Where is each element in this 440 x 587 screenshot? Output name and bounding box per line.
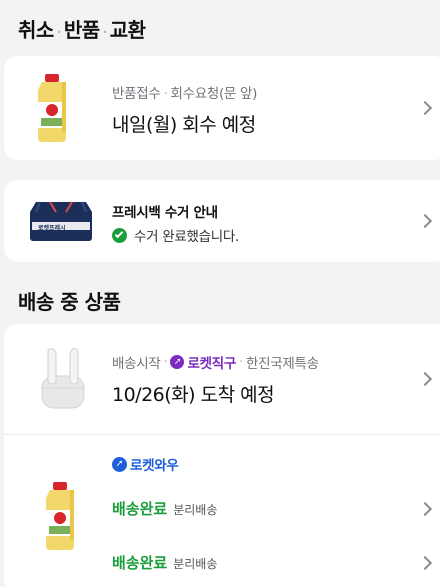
freshbag-status-line: 수거 완료했습니다. bbox=[112, 225, 239, 245]
title-return: 반품 bbox=[63, 18, 100, 42]
chevron-right-icon[interactable] bbox=[417, 501, 433, 517]
title-exchange: 교환 bbox=[109, 18, 146, 42]
shipping-status-line: 배송시작 · ➚ 로켓직구 · 한진국제특송 bbox=[112, 352, 319, 372]
freshbag-title: 프레시백 수거 안내 bbox=[112, 205, 218, 221]
rocket-wow-label: 로켓와우 bbox=[130, 458, 179, 474]
shipping-section-title: 배송 중 상품 bbox=[18, 290, 121, 314]
freshbag-image: 로켓프레시 bbox=[26, 200, 96, 242]
separator-dot: · bbox=[163, 354, 168, 370]
chevron-right-icon[interactable] bbox=[417, 100, 433, 116]
chevron-right-icon[interactable] bbox=[417, 371, 433, 387]
delivery-row[interactable]: 배송완료 분리배송 bbox=[4, 490, 440, 530]
carrier-name: 한진국제특송 bbox=[245, 356, 319, 372]
return-pickup-card[interactable]: 반품접수 · 회수요청(문 앞) 내일(월) 회수 예정 bbox=[4, 56, 440, 160]
delivery-complete-status: 배송완료 bbox=[112, 554, 168, 572]
delivery-status-line: 배송완료 분리배송 bbox=[112, 498, 217, 519]
rocket-wow-badge: ➚ 로켓와우 bbox=[112, 454, 179, 474]
return-detail: 회수요청(문 앞) bbox=[170, 86, 258, 102]
shipping-card: 배송시작 · ➚ 로켓직구 · 한진국제특송 10/26(화) 도착 예정 ➚ … bbox=[4, 324, 440, 587]
title-dot: · bbox=[102, 24, 108, 39]
title-dot: · bbox=[56, 24, 62, 39]
split-delivery-note: 분리배송 bbox=[173, 503, 218, 517]
cancel-return-exchange-title: 취소 · 반품 · 교환 bbox=[18, 14, 146, 43]
divider bbox=[4, 434, 440, 435]
delivery-status-line: 배송완료 분리배송 bbox=[112, 552, 217, 573]
separator-dot: · bbox=[238, 354, 243, 370]
rocket-direct-badge: ➚ 로켓직구 bbox=[170, 352, 236, 372]
delivery-eta: 10/26(화) 도착 예정 bbox=[112, 384, 275, 406]
pickup-date: 내일(월) 회수 예정 bbox=[112, 114, 256, 136]
freshbag-status: 수거 완료했습니다. bbox=[134, 229, 239, 245]
return-status-line: 반품접수 · 회수요청(문 앞) bbox=[112, 82, 257, 102]
separator-dot: · bbox=[163, 86, 168, 102]
chevron-right-icon[interactable] bbox=[417, 555, 433, 571]
chevron-right-icon[interactable] bbox=[417, 213, 433, 229]
shipping-item-row[interactable]: 배송시작 · ➚ 로켓직구 · 한진국제특송 10/26(화) 도착 예정 bbox=[4, 324, 440, 434]
earbuds-image bbox=[34, 342, 92, 414]
return-status: 반품접수 bbox=[112, 86, 161, 102]
title-cancel: 취소 bbox=[18, 18, 54, 42]
oil-bottle-image bbox=[32, 72, 72, 144]
check-circle-icon bbox=[112, 227, 127, 243]
freshbag-bag-label: 로켓프레시 bbox=[38, 225, 66, 232]
freshbag-pickup-card[interactable]: 로켓프레시 프레시백 수거 안내 수거 완료했습니다. bbox=[4, 180, 440, 262]
rocket-icon: ➚ bbox=[112, 456, 127, 472]
shipping-start-status: 배송시작 bbox=[112, 356, 161, 372]
rocket-direct-label: 로켓직구 bbox=[187, 356, 236, 372]
split-delivery-note: 분리배송 bbox=[173, 557, 218, 571]
delivery-complete-status: 배송완료 bbox=[112, 500, 168, 518]
rocket-icon: ➚ bbox=[170, 355, 185, 369]
delivery-row[interactable]: 배송완료 분리배송 bbox=[4, 546, 440, 586]
